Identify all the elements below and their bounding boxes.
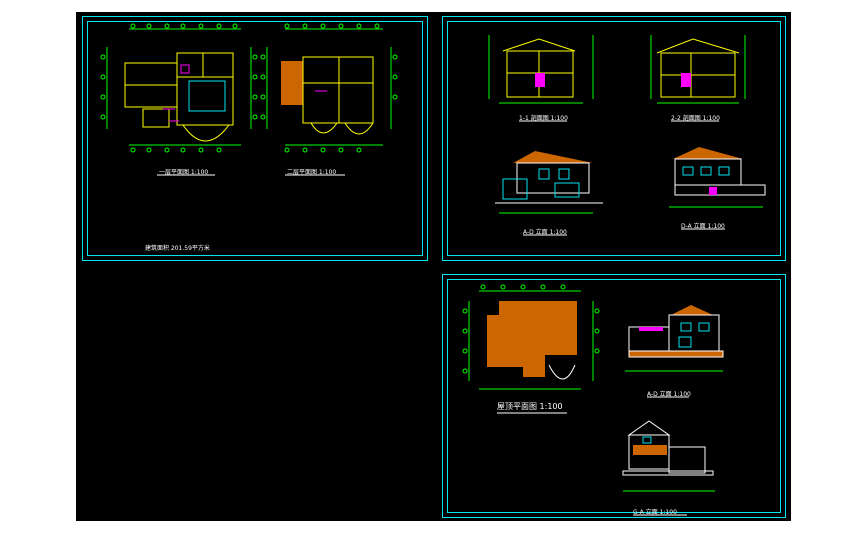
sheet-roof-elevations: 屋顶平面图 1:100 A-D 立面 1:100 G-A 立面 1:100 bbox=[442, 274, 786, 518]
area-note: 建筑面积 201.59平方米 bbox=[145, 245, 210, 252]
sections-drawing bbox=[488, 35, 766, 236]
floor-plans-drawing bbox=[100, 23, 398, 176]
elevation-left bbox=[495, 151, 603, 214]
elevation-d bbox=[622, 420, 715, 492]
roof-drawing bbox=[462, 284, 724, 516]
sheet-sections-elevations: 1-1 剖面图 1:100 2-2 剖面图 1:100 A-D 立面 1:100… bbox=[442, 16, 786, 261]
elevation-d-title: G-A 立面 1:100 bbox=[633, 509, 677, 516]
second-floor-plan-title: 二层平面图 1:100 bbox=[287, 169, 337, 176]
second-floor-plan bbox=[260, 23, 398, 153]
section-2-2-title: 2-2 剖面图 1:100 bbox=[671, 115, 720, 122]
elevation-right bbox=[669, 147, 766, 208]
first-floor-plan-title: 一层平面图 1:100 bbox=[159, 169, 209, 176]
roof-plan-title: 屋顶平面图 1:100 bbox=[497, 402, 563, 411]
roof-plan bbox=[462, 284, 600, 390]
elevation-left-title: A-D 立面 1:100 bbox=[523, 229, 567, 236]
elevation-c bbox=[625, 305, 724, 372]
first-floor-plan bbox=[100, 23, 258, 153]
elevation-right-title: D-A 立面 1:100 bbox=[681, 223, 725, 230]
cad-model-space[interactable]: 一层平面图 1:100 二层平面图 1:100 建筑面积 201.59平方米 1… bbox=[76, 12, 791, 521]
elevation-c-title: A-D 立面 1:100 bbox=[647, 391, 691, 398]
section-1-1 bbox=[488, 35, 594, 104]
sheet-floor-plans: 一层平面图 1:100 二层平面图 1:100 建筑面积 201.59平方米 bbox=[82, 16, 428, 261]
section-2-2 bbox=[650, 35, 746, 104]
section-1-1-title: 1-1 剖面图 1:100 bbox=[519, 115, 568, 122]
